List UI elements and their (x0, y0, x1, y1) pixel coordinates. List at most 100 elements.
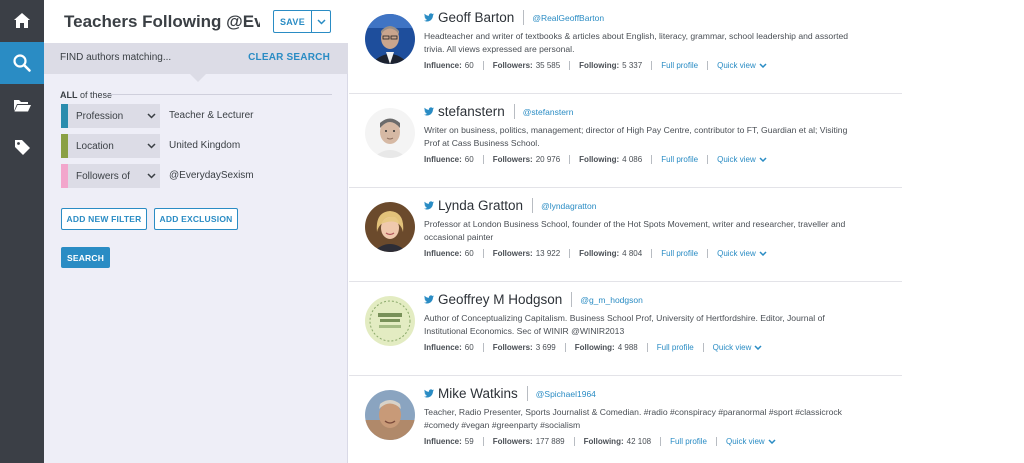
author-card: Lynda Gratton @lyndagratton Professor at… (349, 188, 902, 282)
author-name[interactable]: Geoff Barton (438, 10, 514, 25)
author-bio: Author of Conceptualizing Capitalism. Bu… (424, 313, 825, 336)
save-options-button[interactable] (312, 11, 330, 32)
chevron-down-icon (759, 63, 767, 68)
filter-row-location: Location United Kingdom (61, 134, 333, 158)
author-bio: Teacher, Radio Presenter, Sports Journal… (424, 407, 842, 430)
clear-search-link[interactable]: CLEAR SEARCH (248, 52, 330, 63)
divider (646, 343, 648, 352)
author-stats: Influence: 59 Followers: 177 889 Following… (424, 437, 776, 446)
home-icon (14, 13, 30, 28)
author-stats: Influence: 60 Followers: 35 585 Following:… (424, 61, 767, 70)
chevron-down-icon (759, 157, 767, 162)
followers-value: 35 585 (535, 61, 561, 70)
find-authors-label: FIND authors matching... (60, 52, 172, 63)
divider (482, 155, 484, 164)
quick-view-label: Quick view (726, 437, 765, 446)
add-new-filter-button[interactable]: ADD NEW FILTER (61, 208, 147, 230)
filter-color-swatch (61, 104, 68, 128)
divider (482, 61, 484, 70)
following-label: Following: (583, 437, 624, 446)
author-handle[interactable]: @stefanstern (523, 107, 574, 117)
quick-view-toggle[interactable]: Quick view (713, 343, 763, 352)
filter-color-swatch (61, 164, 68, 188)
author-handle[interactable]: @Spichael1964 (536, 389, 596, 399)
following-label: Following: (579, 61, 620, 70)
divider (651, 155, 653, 164)
filter-row-followers-of: Followers of @EverydaySexism (61, 164, 333, 188)
match-all-label: ALL of these (60, 90, 112, 100)
author-handle[interactable]: @RealGeoffBarton (532, 13, 604, 23)
author-bio: Professor at London Business School, fou… (424, 219, 846, 242)
twitter-icon (424, 13, 434, 22)
chevron-down-icon (754, 345, 762, 350)
followers-label: Followers: (492, 155, 533, 164)
divider (482, 437, 484, 446)
add-exclusion-button[interactable]: ADD EXCLUSION (154, 208, 238, 230)
filter-field-label: Profession (76, 110, 124, 122)
influence-label: Influence: (424, 437, 462, 446)
search-button[interactable]: SEARCH (61, 247, 110, 268)
divider (573, 437, 575, 446)
full-profile-link[interactable]: Full profile (661, 249, 698, 258)
filter-value[interactable]: United Kingdom (169, 140, 240, 151)
avatar[interactable] (365, 108, 415, 158)
filter-value[interactable]: @EverydaySexism (169, 170, 254, 181)
influence-value: 60 (464, 343, 474, 352)
search-icon (13, 54, 31, 72)
avatar[interactable] (365, 296, 415, 346)
twitter-icon (424, 201, 434, 210)
icon-rail (0, 0, 44, 463)
filter-value[interactable]: Teacher & Lecturer (169, 110, 254, 121)
avatar[interactable] (365, 390, 415, 440)
avatar[interactable] (365, 202, 415, 252)
author-name[interactable]: Lynda Gratton (438, 198, 523, 213)
quick-view-toggle[interactable]: Quick view (717, 61, 767, 70)
divider (526, 386, 528, 401)
following-label: Following: (579, 155, 620, 164)
author-handle[interactable]: @g_m_hodgson (580, 295, 643, 305)
author-name-line: Geoff Barton @RealGeoffBarton (424, 10, 604, 25)
find-bar-pointer (190, 74, 206, 82)
full-profile-link[interactable]: Full profile (661, 155, 698, 164)
full-profile-link[interactable]: Full profile (657, 343, 694, 352)
quick-view-label: Quick view (712, 343, 752, 352)
author-name[interactable]: stefanstern (438, 104, 505, 119)
search-title: Teachers Following @Eve... (64, 12, 260, 31)
full-profile-link[interactable]: Full profile (661, 61, 698, 70)
divider (651, 61, 653, 70)
home-nav-button[interactable] (0, 0, 44, 42)
influence-value: 59 (464, 437, 474, 446)
match-all-strong: ALL (60, 90, 78, 100)
search-nav-button[interactable] (0, 42, 44, 84)
divider (482, 343, 484, 352)
twitter-icon (424, 107, 434, 116)
influence-label: Influence: (424, 249, 462, 258)
divider (707, 249, 709, 258)
filter-field-select[interactable]: Profession (61, 104, 160, 128)
divider (482, 249, 484, 258)
quick-view-toggle[interactable]: Quick view (717, 249, 767, 258)
find-authors-bar: FIND authors matching... CLEAR SEARCH (44, 43, 348, 74)
author-stats: Influence: 60 Followers: 13 922 Following:… (424, 249, 767, 258)
full-profile-link[interactable]: Full profile (670, 437, 707, 446)
save-button[interactable]: SAVE (274, 11, 312, 32)
filter-field-select[interactable]: Location (61, 134, 160, 158)
followers-label: Followers: (492, 249, 533, 258)
tags-nav-button[interactable] (0, 126, 44, 168)
avatar[interactable] (365, 14, 415, 64)
filter-panel: Teachers Following @Eve... SAVE FIND aut… (44, 0, 348, 463)
quick-view-toggle[interactable]: Quick view (726, 437, 776, 446)
followers-value: 13 922 (535, 249, 561, 258)
quick-view-toggle[interactable]: Quick view (717, 155, 767, 164)
quick-view-label: Quick view (717, 61, 756, 70)
following-value: 5 337 (622, 61, 643, 70)
filter-field-select[interactable]: Followers of (61, 164, 160, 188)
following-value: 4 988 (617, 343, 638, 352)
author-name[interactable]: Mike Watkins (438, 386, 518, 401)
author-bio: Writer on business, politics, management… (424, 125, 848, 148)
author-handle[interactable]: @lyndagratton (541, 201, 596, 211)
chevron-down-icon (759, 251, 767, 256)
author-name[interactable]: Geoffrey M Hodgson (438, 292, 562, 307)
folders-nav-button[interactable] (0, 84, 44, 126)
followers-value: 20 976 (535, 155, 561, 164)
